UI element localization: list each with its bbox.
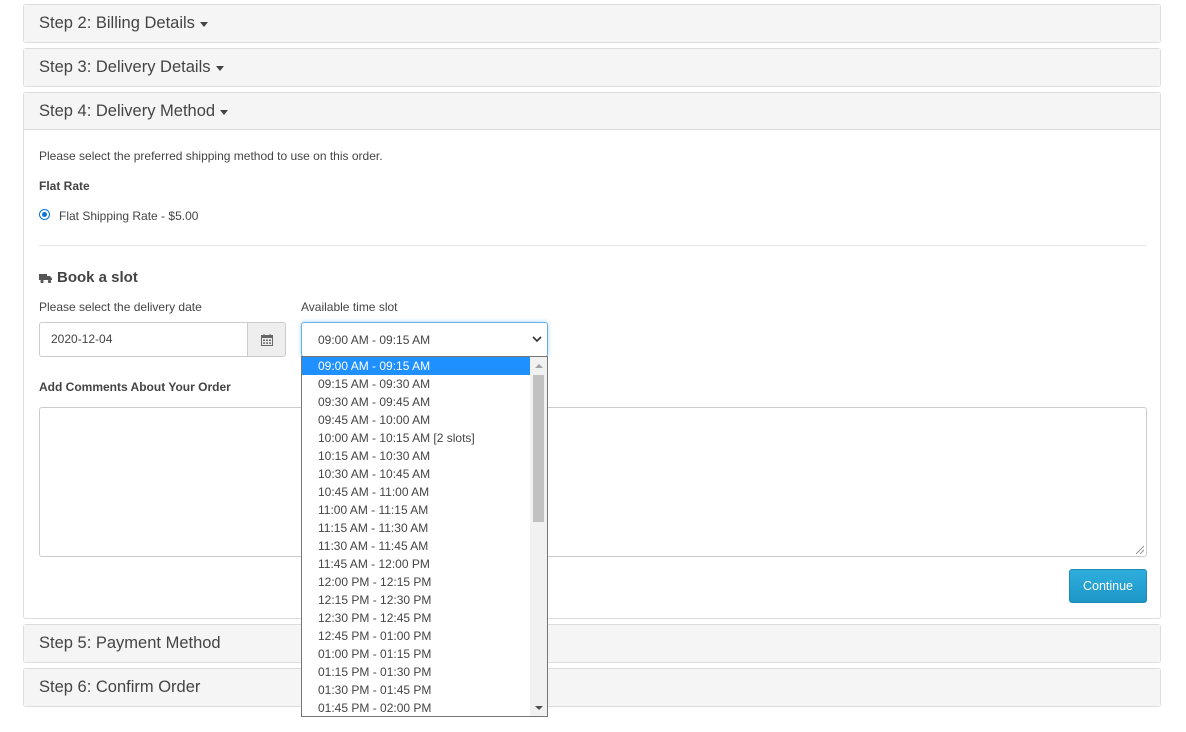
- delivery-date-label: Please select the delivery date: [39, 300, 202, 314]
- caret-down-icon: [215, 66, 224, 71]
- step2-title: Step 2: Billing Details: [39, 14, 195, 32]
- time-slot-option[interactable]: 09:15 AM - 09:30 AM: [302, 375, 530, 393]
- step6-title: Step 6: Confirm Order: [39, 678, 201, 696]
- flat-rate-label[interactable]: Flat Shipping Rate - $5.00: [59, 209, 198, 223]
- time-slot-option[interactable]: 12:00 PM - 12:15 PM: [302, 573, 530, 591]
- time-slot-select[interactable]: 09:00 AM - 09:15 AM: [301, 322, 548, 357]
- caret-down-icon: [220, 109, 229, 115]
- panel-delivery-details: Step 3: Delivery Details: [23, 48, 1161, 87]
- time-slot-option[interactable]: 09:30 AM - 09:45 AM: [302, 393, 530, 411]
- step5-heading[interactable]: Step 5: Payment Method: [24, 625, 1160, 662]
- scroll-up-arrow-icon[interactable]: [530, 357, 547, 374]
- time-slot-option[interactable]: 01:15 PM - 01:30 PM: [302, 663, 530, 681]
- book-slot-title: Book a slot: [57, 269, 138, 286]
- resize-handle[interactable]: [1136, 546, 1144, 554]
- time-slot-label: Available time slot: [301, 300, 398, 314]
- panel-confirm-order: Step 6: Confirm Order: [23, 668, 1161, 707]
- time-slot-option[interactable]: 01:45 PM - 02:00 PM: [302, 699, 530, 716]
- step6-heading[interactable]: Step 6: Confirm Order: [24, 669, 1160, 706]
- flat-rate-radio[interactable]: [39, 209, 50, 220]
- step4-title: Step 4: Delivery Method: [39, 101, 216, 120]
- caret-down-icon: [199, 22, 208, 27]
- comments-label: Add Comments About Your Order: [39, 380, 231, 394]
- time-slot-option[interactable]: 12:30 PM - 12:45 PM: [302, 609, 530, 627]
- step3-title: Step 3: Delivery Details: [39, 58, 211, 76]
- time-slot-option[interactable]: 12:15 PM - 12:30 PM: [302, 591, 530, 609]
- time-slot-option[interactable]: 10:30 AM - 10:45 AM: [302, 465, 530, 483]
- continue-button[interactable]: Continue: [1069, 569, 1147, 603]
- time-slot-option[interactable]: 09:45 AM - 10:00 AM: [302, 411, 530, 429]
- calendar-button[interactable]: [247, 322, 286, 357]
- shipping-method-group: Flat Rate: [39, 179, 90, 193]
- chevron-down-icon: [532, 336, 542, 343]
- step4-heading[interactable]: Step 4: Delivery Method: [24, 93, 1160, 130]
- time-slot-option[interactable]: 11:45 AM - 12:00 PM: [302, 555, 530, 573]
- time-slot-option[interactable]: 10:15 AM - 10:30 AM: [302, 447, 530, 465]
- calendar-icon: [260, 333, 273, 346]
- time-slot-option[interactable]: 10:45 AM - 11:00 AM: [302, 483, 530, 501]
- step5-title: Step 5: Payment Method: [39, 634, 221, 652]
- time-slot-option[interactable]: 01:00 PM - 01:15 PM: [302, 645, 530, 663]
- time-slot-option[interactable]: 11:15 AM - 11:30 AM: [302, 519, 530, 537]
- time-slot-selected-value: 09:00 AM - 09:15 AM: [318, 332, 431, 347]
- dropdown-scrollbar[interactable]: [530, 357, 547, 716]
- divider: [39, 245, 1146, 246]
- panel-payment-method: Step 5: Payment Method: [23, 624, 1161, 663]
- book-slot-heading: Book a slot: [39, 269, 138, 286]
- scroll-down-arrow-icon[interactable]: [530, 699, 547, 716]
- time-slot-option[interactable]: 12:45 PM - 01:00 PM: [302, 627, 530, 645]
- step3-heading[interactable]: Step 3: Delivery Details: [24, 49, 1160, 86]
- shipping-intro-text: Please select the preferred shipping met…: [39, 149, 383, 163]
- comments-textarea[interactable]: [39, 407, 1147, 557]
- scrollbar-thumb[interactable]: [533, 375, 544, 522]
- delivery-date-input[interactable]: 2020-12-04: [39, 322, 248, 357]
- time-slot-option[interactable]: 11:00 AM - 11:15 AM: [302, 501, 530, 519]
- truck-icon: [39, 273, 52, 283]
- panel-billing-details: Step 2: Billing Details: [23, 4, 1161, 43]
- time-slot-option[interactable]: 10:00 AM - 10:15 AM [2 slots]: [302, 429, 530, 447]
- step2-heading[interactable]: Step 2: Billing Details: [24, 5, 1160, 42]
- time-slot-dropdown-list[interactable]: 09:00 AM - 09:15 AM 09:15 AM - 09:30 AM …: [301, 356, 548, 717]
- time-slot-option[interactable]: 11:30 AM - 11:45 AM: [302, 537, 530, 555]
- time-slot-option[interactable]: 09:00 AM - 09:15 AM: [302, 357, 530, 375]
- time-slot-option[interactable]: 01:30 PM - 01:45 PM: [302, 681, 530, 699]
